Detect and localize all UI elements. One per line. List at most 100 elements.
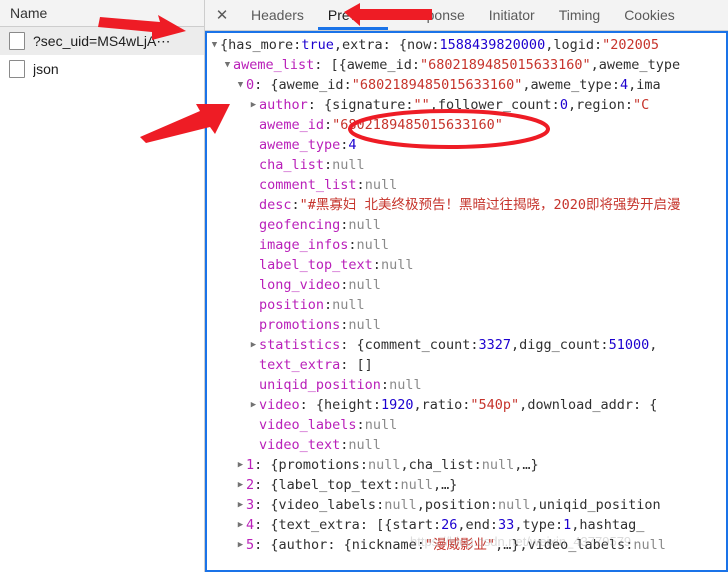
twisty-collapsed-icon[interactable]: ▶ — [235, 515, 246, 535]
json-token: , — [531, 495, 539, 515]
json-line[interactable]: promotions: null — [207, 315, 728, 335]
json-token: 2 — [246, 475, 254, 495]
json-line[interactable]: ▶author: {signature: "", follower_count:… — [207, 95, 728, 115]
json-line[interactable]: ▶statistics: {comment_count: 3327, digg_… — [207, 335, 728, 355]
json-token: nickname — [352, 535, 417, 555]
json-token: 26 — [441, 515, 457, 535]
json-token: : — [360, 455, 368, 475]
json-token: ,…} — [433, 475, 457, 495]
json-line[interactable]: uniqid_position: null — [207, 375, 728, 395]
request-row[interactable]: json — [0, 55, 204, 83]
json-line[interactable]: video_labels: null — [207, 415, 728, 435]
json-token: 0 — [560, 95, 568, 115]
json-token: extra — [342, 35, 383, 55]
json-line[interactable]: comment_list: null — [207, 175, 728, 195]
json-token: promotions — [279, 455, 360, 475]
json-line[interactable]: cha_list: null — [207, 155, 728, 175]
json-token: : — [392, 475, 400, 495]
request-list-header: Name — [0, 0, 204, 27]
tab-preview[interactable]: Preview — [316, 0, 390, 30]
json-line[interactable]: aweme_type: 4 — [207, 135, 728, 155]
json-token: height — [324, 395, 373, 415]
request-row[interactable]: ?sec_uid=MS4wLjA⋯ — [0, 27, 204, 55]
json-token: "漫威影业" — [425, 535, 495, 555]
json-token: : { — [633, 395, 657, 415]
json-token: "C — [633, 95, 649, 115]
json-line[interactable]: video_text: null — [207, 435, 728, 455]
json-line[interactable]: image_infos: null — [207, 235, 728, 255]
twisty-collapsed-icon[interactable]: ▶ — [235, 495, 246, 515]
twisty-collapsed-icon[interactable]: ▶ — [235, 475, 246, 495]
twisty-collapsed-icon[interactable]: ▶ — [235, 535, 246, 555]
twisty-expanded-icon[interactable]: ▼ — [222, 55, 233, 75]
twisty-collapsed-icon[interactable]: ▶ — [248, 95, 259, 115]
tab-headers[interactable]: Headers — [239, 0, 316, 30]
twisty-expanded-icon[interactable]: ▼ — [235, 75, 246, 95]
json-token: : — [417, 535, 425, 555]
twisty-collapsed-icon[interactable]: ▶ — [248, 395, 259, 415]
json-token: uniqid_position — [259, 375, 381, 395]
json-token: now — [407, 35, 431, 55]
request-list-panel: Name ?sec_uid=MS4wLjA⋯json — [0, 0, 205, 572]
tab-cookies[interactable]: Cookies — [612, 0, 687, 30]
json-token: null — [348, 435, 381, 455]
twisty-expanded-icon[interactable]: ▼ — [209, 35, 220, 55]
json-token: 0 — [246, 75, 254, 95]
json-token: region — [576, 95, 625, 115]
json-token: : — [373, 395, 381, 415]
json-line[interactable]: ▼{has_more: true, extra: {now: 158843982… — [207, 35, 728, 55]
json-line[interactable]: position: null — [207, 295, 728, 315]
json-line[interactable]: text_extra: [] — [207, 355, 728, 375]
json-token: : { — [327, 535, 351, 555]
json-line[interactable]: geofencing: null — [207, 215, 728, 235]
json-line[interactable]: long_video: null — [207, 275, 728, 295]
json-line[interactable]: label_top_text: null — [207, 255, 728, 275]
tab-initiator[interactable]: Initiator — [477, 0, 547, 30]
json-token: : — [433, 515, 441, 535]
detail-tabbar: ✕ HeadersPreviewResponseInitiatorTimingC… — [205, 0, 728, 31]
json-token: : { — [254, 515, 278, 535]
twisty-collapsed-icon[interactable]: ▶ — [248, 335, 259, 355]
json-token: : — [552, 95, 560, 115]
json-line[interactable]: aweme_id: "6802189485015633160" — [207, 115, 728, 135]
json-line[interactable]: ▶3: {video_labels: null, position: null,… — [207, 495, 728, 515]
json-token: aweme_type — [531, 75, 612, 95]
twisty-collapsed-icon[interactable]: ▶ — [235, 455, 246, 475]
column-header-name: Name — [10, 5, 47, 21]
json-token: label_top_text — [259, 255, 373, 275]
json-token: : — [431, 35, 439, 55]
json-line[interactable]: ▶4: {text_extra: [{start: 26, end: 33, t… — [207, 515, 728, 535]
json-token: video_labels — [528, 535, 626, 555]
json-token: : — [405, 95, 413, 115]
json-token: 4 — [348, 135, 356, 155]
request-list[interactable]: ?sec_uid=MS4wLjA⋯json — [0, 27, 204, 572]
json-token: has_more — [228, 35, 293, 55]
json-token: video_labels — [259, 415, 357, 435]
json-token: , — [649, 335, 657, 355]
json-token: follower_count — [438, 95, 552, 115]
json-tree[interactable]: ▼{has_more: true, extra: {now: 158843982… — [207, 31, 728, 555]
json-line[interactable]: ▶video: {height: 1920, ratio: "540p", do… — [207, 395, 728, 415]
json-token: : — [612, 75, 620, 95]
json-token: null — [332, 295, 365, 315]
json-line[interactable]: ▶5: {author: {nickname: "漫威影业",…}, video… — [207, 535, 728, 555]
json-line[interactable]: ▼aweme_list: [{aweme_id: "68021894850156… — [207, 55, 728, 75]
json-token: null — [389, 375, 422, 395]
preview-json-viewer[interactable]: ▼{has_more: true, extra: {now: 158843982… — [205, 31, 728, 572]
close-icon[interactable]: ✕ — [205, 0, 239, 30]
json-line[interactable]: ▼0: {aweme_id: "6802189485015633160", aw… — [207, 75, 728, 95]
json-token: author — [259, 95, 308, 115]
json-token: hashtag_ — [579, 515, 644, 535]
json-line[interactable]: ▶1: {promotions: null, cha_list: null,…} — [207, 455, 728, 475]
tab-response[interactable]: Response — [390, 0, 477, 30]
json-line[interactable]: ▶2: {label_top_text: null,…} — [207, 475, 728, 495]
json-line[interactable]: desc: "#黑寡妇 北美终极预告！黑暗过往揭晓，2020即将强势开启漫 — [207, 195, 728, 215]
json-token: author — [279, 535, 328, 555]
json-token: null — [498, 495, 531, 515]
json-token: : — [324, 115, 332, 135]
json-token: : [{ — [314, 55, 347, 75]
json-token: : — [381, 375, 389, 395]
json-token: : — [348, 235, 356, 255]
json-token: : — [293, 35, 301, 55]
tab-timing[interactable]: Timing — [547, 0, 613, 30]
